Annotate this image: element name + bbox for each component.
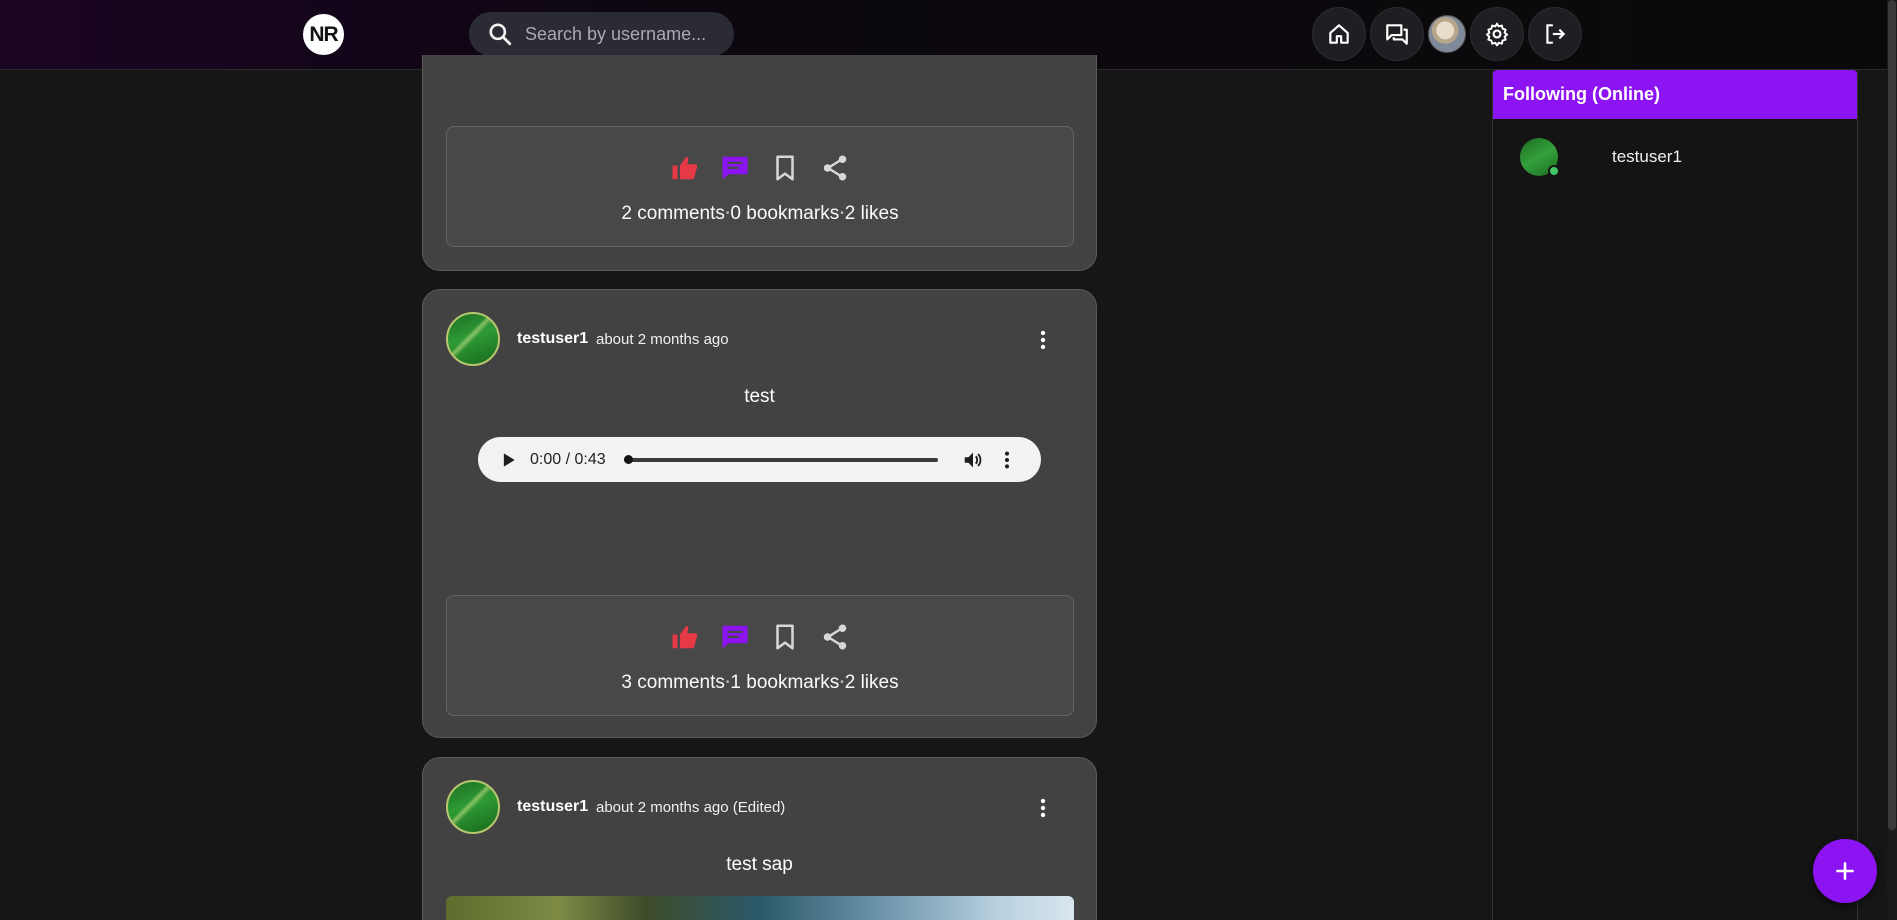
home-button[interactable] <box>1312 7 1366 61</box>
more-vert-icon <box>1040 330 1046 350</box>
thumbs-up-icon <box>672 156 698 180</box>
share-icon <box>823 624 847 650</box>
profile-avatar[interactable] <box>1428 15 1466 53</box>
logout-button[interactable] <box>1528 7 1582 61</box>
post-stats: 2 comments•0 bookmarks•2 likes <box>621 203 899 224</box>
chat-icon <box>1386 24 1408 45</box>
comment-icon <box>722 156 748 180</box>
bookmarks-count[interactable]: 0 bookmarks <box>730 203 839 224</box>
scrollbar-thumb[interactable] <box>1888 0 1896 830</box>
post-options-button[interactable] <box>1031 328 1055 352</box>
search-icon <box>489 23 512 46</box>
post-card: 2 comments•0 bookmarks•2 likes <box>422 55 1097 271</box>
bookmark-button[interactable] <box>770 153 800 183</box>
create-post-button[interactable] <box>1813 839 1877 903</box>
following-panel: Following (Online) testuser1 <box>1492 70 1858 920</box>
post-image[interactable] <box>446 896 1074 920</box>
post-username[interactable]: testuser1 <box>517 330 588 348</box>
post-card: testuser1 about 2 months ago test 0:00 /… <box>422 289 1097 738</box>
play-icon[interactable] <box>498 450 518 470</box>
post-timestamp: about 2 months ago <box>596 331 729 348</box>
post-stats: 3 comments•1 bookmarks•2 likes <box>621 672 899 693</box>
share-button[interactable] <box>820 622 850 652</box>
online-status-dot <box>1548 165 1560 177</box>
settings-button[interactable] <box>1470 7 1524 61</box>
thumbs-up-icon <box>672 625 698 649</box>
gear-icon <box>1485 22 1509 47</box>
search-input[interactable] <box>525 23 715 45</box>
app-logo[interactable]: NR <box>303 14 344 55</box>
comments-count[interactable]: 3 comments <box>621 672 724 693</box>
audio-player[interactable]: 0:00 / 0:43 <box>478 437 1041 482</box>
messages-button[interactable] <box>1370 7 1424 61</box>
comments-count[interactable]: 2 comments <box>621 203 724 224</box>
avatar[interactable] <box>1520 138 1560 177</box>
likes-count[interactable]: 2 likes <box>845 672 899 693</box>
volume-icon[interactable] <box>962 449 984 471</box>
plus-icon <box>1836 862 1854 880</box>
post-actions: 2 comments•0 bookmarks•2 likes <box>446 126 1074 247</box>
following-title: Following (Online) <box>1493 70 1857 119</box>
search-box[interactable] <box>469 12 734 56</box>
comment-button[interactable] <box>720 622 750 652</box>
bookmarks-count[interactable]: 1 bookmarks <box>730 672 839 693</box>
post-text: test sap <box>726 854 793 875</box>
post-card: testuser1 about 2 months ago (Edited) te… <box>422 757 1097 920</box>
share-icon <box>823 155 847 181</box>
likes-count[interactable]: 2 likes <box>845 203 899 224</box>
page-scrollbar[interactable] <box>1887 0 1897 920</box>
post-username[interactable]: testuser1 <box>517 798 588 816</box>
comment-button[interactable] <box>720 153 750 183</box>
comment-icon <box>722 625 748 649</box>
bookmark-icon <box>776 155 794 181</box>
home-icon <box>1329 24 1349 44</box>
post-timestamp: about 2 months ago (Edited) <box>596 799 786 816</box>
audio-progress-bar[interactable] <box>623 454 938 464</box>
following-username[interactable]: testuser1 <box>1612 147 1682 167</box>
logout-icon <box>1546 24 1566 44</box>
post-actions: 3 comments•1 bookmarks•2 likes <box>446 595 1074 716</box>
avatar[interactable] <box>446 780 500 834</box>
bookmark-button[interactable] <box>770 622 800 652</box>
avatar[interactable] <box>446 312 500 366</box>
more-vert-icon <box>1040 798 1046 818</box>
audio-more-icon[interactable] <box>996 449 1018 471</box>
bookmark-icon <box>776 624 794 650</box>
audio-time: 0:00 / 0:43 <box>530 450 606 468</box>
post-options-button[interactable] <box>1031 796 1055 820</box>
like-button[interactable] <box>670 622 700 652</box>
following-user-item[interactable]: testuser1 <box>1520 138 1682 177</box>
post-text: test <box>744 386 775 407</box>
like-button[interactable] <box>670 153 700 183</box>
share-button[interactable] <box>820 153 850 183</box>
